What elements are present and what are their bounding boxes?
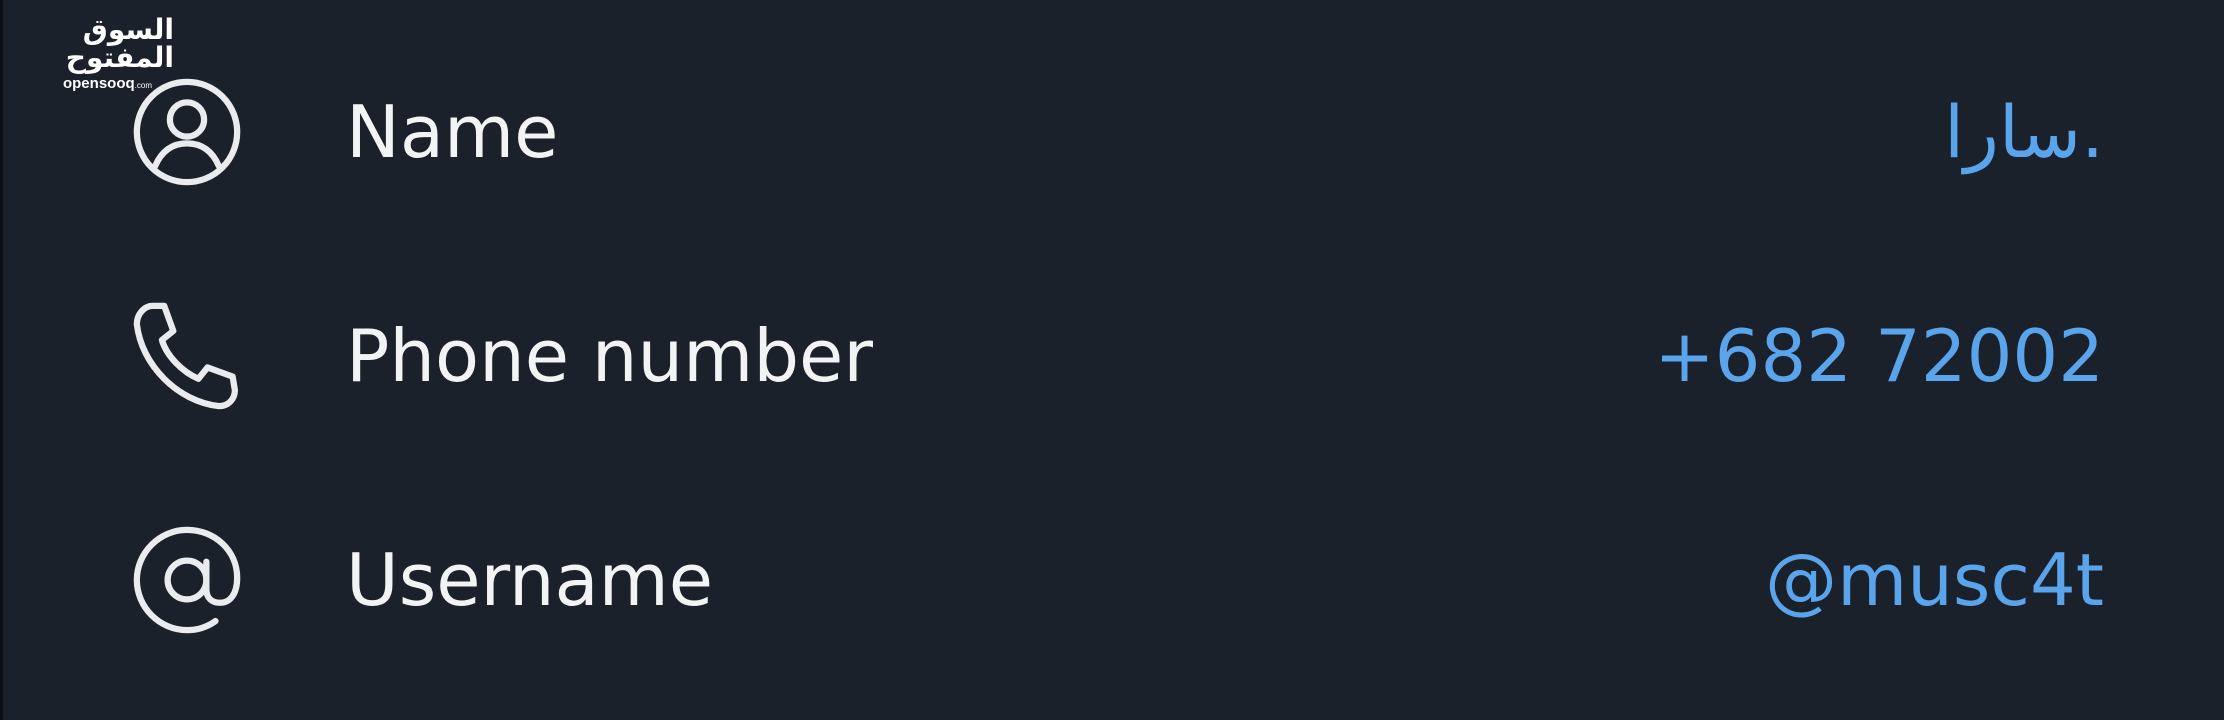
phone-icon bbox=[130, 299, 244, 413]
name-label: Name bbox=[346, 90, 559, 174]
profile-row-name[interactable]: Name سارا. bbox=[0, 52, 2224, 212]
at-sign-icon bbox=[130, 523, 244, 637]
phone-number-label: Phone number bbox=[346, 314, 873, 398]
user-circle-icon bbox=[130, 75, 244, 189]
profile-row-username[interactable]: Username @musc4t bbox=[0, 500, 2224, 660]
username-value[interactable]: @musc4t bbox=[1765, 500, 2104, 660]
profile-row-phone[interactable]: Phone number +682 72002 bbox=[0, 276, 2224, 436]
username-label: Username bbox=[346, 538, 714, 622]
name-value[interactable]: سارا. bbox=[1944, 52, 2104, 212]
phone-number-value[interactable]: +682 72002 bbox=[1654, 276, 2104, 436]
